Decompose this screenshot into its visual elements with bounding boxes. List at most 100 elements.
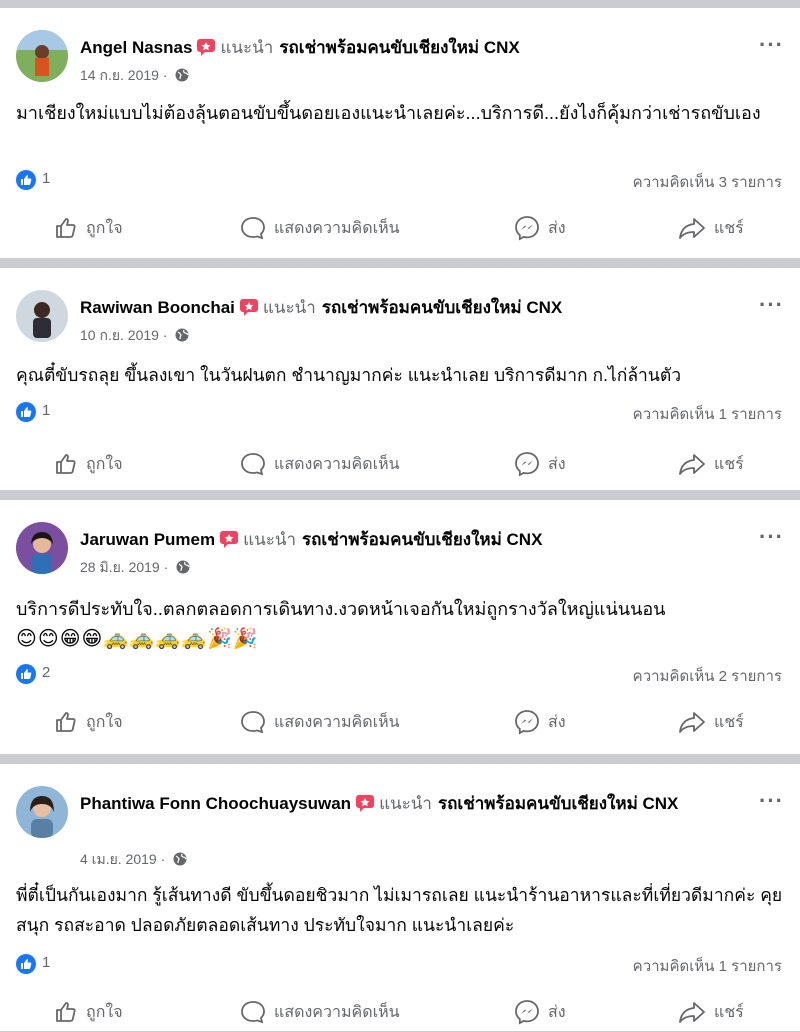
post-date[interactable]: 28 มิ.ย. 2019 ·	[80, 559, 168, 575]
comment-count[interactable]: ความคิดเห็น 3 รายการ	[633, 170, 782, 194]
like-reaction-icon[interactable]	[16, 170, 36, 190]
share-button[interactable]: แชร์	[678, 992, 744, 1032]
post-meta: 4 เม.ย. 2019 ·	[80, 850, 187, 868]
post-title-line: Phantiwa Fonn Choochuaysuwan แนะนำ รถเช่าพ…	[80, 790, 724, 818]
messenger-icon	[515, 1000, 539, 1025]
like-reaction-icon[interactable]	[16, 664, 36, 684]
like-count[interactable]: 1	[42, 170, 50, 187]
review-post: Angel Nasnas แนะนำ รถเช่าพร้อมคนขับเชียงให…	[0, 8, 800, 258]
post-actions: ถูกใจ แสดงความคิดเห็น ส่ง แชร์	[0, 208, 800, 248]
post-meta: 28 มิ.ย. 2019 ·	[80, 558, 190, 576]
comment-label: แสดงความคิดเห็น	[274, 1003, 400, 1021]
comment-icon	[241, 453, 265, 476]
comment-label: แสดงความคิดเห็น	[274, 219, 400, 237]
recommend-icon	[196, 37, 216, 56]
share-button[interactable]: แชร์	[678, 444, 744, 484]
post-text: มาเชียงใหม่แบบไม่ต้องลุ้นตอนขับขึ้นดอยเอ…	[16, 98, 784, 128]
author-name[interactable]: Phantiwa Fonn Choochuaysuwan	[80, 794, 351, 813]
like-count[interactable]: 1	[42, 402, 50, 419]
comment-count[interactable]: ความคิดเห็น 2 รายการ	[633, 664, 782, 688]
post-emojis: 😊😊😁😁🚕🚕🚕🚕🎉🎉	[16, 628, 259, 650]
more-icon[interactable]: ···	[759, 32, 784, 58]
like-label: ถูกใจ	[86, 455, 123, 473]
author-name[interactable]: Angel Nasnas	[80, 38, 192, 57]
recommend-label: แนะนำ	[243, 530, 296, 549]
post-date[interactable]: 4 เม.ย. 2019 ·	[80, 851, 165, 867]
comment-count[interactable]: ความคิดเห็น 1 รายการ	[633, 402, 782, 426]
comment-button[interactable]: แสดงความคิดเห็น	[240, 208, 400, 248]
review-post: Phantiwa Fonn Choochuaysuwan แนะนำ รถเช่าพ…	[0, 764, 800, 1031]
post-title-line: Angel Nasnas แนะนำ รถเช่าพร้อมคนขับเชียงให…	[80, 34, 734, 62]
post-title-line: Rawiwan Boonchai แนะนำ รถเช่าพร้อมคนขับเชี…	[80, 294, 734, 322]
post-stats: 1 ความคิดเห็น 1 รายการ	[16, 952, 782, 976]
send-button[interactable]: ส่ง	[514, 444, 566, 484]
like-button[interactable]: ถูกใจ	[54, 992, 123, 1032]
avatar[interactable]	[16, 290, 68, 342]
share-label: แชร์	[714, 455, 744, 473]
more-icon[interactable]: ···	[759, 524, 784, 550]
share-icon	[679, 1002, 705, 1023]
page-name[interactable]: รถเช่าพร้อมคนขับเชียงใหม่ CNX	[279, 38, 519, 57]
like-button[interactable]: ถูกใจ	[54, 208, 123, 248]
share-button[interactable]: แชร์	[678, 702, 744, 742]
messenger-icon	[515, 452, 539, 477]
page-name[interactable]: รถเช่าพร้อมคนขับเชียงใหม่ CNX	[322, 298, 562, 317]
more-icon[interactable]: ···	[759, 788, 784, 814]
like-icon	[56, 712, 76, 732]
share-icon	[679, 712, 705, 733]
post-text-content: มาเชียงใหม่แบบไม่ต้องลุ้นตอนขับขึ้นดอยเอ…	[16, 103, 761, 123]
page-name[interactable]: รถเช่าพร้อมคนขับเชียงใหม่ CNX	[302, 530, 542, 549]
send-button[interactable]: ส่ง	[514, 208, 566, 248]
like-button[interactable]: ถูกใจ	[54, 702, 123, 742]
post-actions: ถูกใจ แสดงความคิดเห็น ส่ง แชร์	[0, 444, 800, 484]
page-name[interactable]: รถเช่าพร้อมคนขับเชียงใหม่ CNX	[438, 794, 678, 813]
recommend-icon	[355, 793, 375, 812]
post-date[interactable]: 10 ก.ย. 2019 ·	[80, 327, 168, 343]
like-reaction-icon[interactable]	[16, 954, 36, 974]
globe-icon	[173, 852, 187, 866]
comment-label: แสดงความคิดเห็น	[274, 455, 400, 473]
review-feed: Angel Nasnas แนะนำ รถเช่าพร้อมคนขับเชียงให…	[0, 0, 800, 1031]
recommend-label: แนะนำ	[379, 794, 432, 813]
avatar[interactable]	[16, 786, 68, 838]
post-text-content: พี่ตี๋เป็นกันเองมาก รู้เส้นทางดี ขับขึ้น…	[16, 885, 783, 935]
author-name[interactable]: Jaruwan Pumem	[80, 530, 215, 549]
comment-count[interactable]: ความคิดเห็น 1 รายการ	[633, 954, 782, 978]
post-date[interactable]: 14 ก.ย. 2019 ·	[80, 67, 168, 83]
comment-button[interactable]: แสดงความคิดเห็น	[240, 444, 400, 484]
review-post: Rawiwan Boonchai แนะนำ รถเช่าพร้อมคนขับเชี…	[0, 268, 800, 490]
globe-icon	[175, 328, 189, 342]
post-text: บริการดีประทับใจ..ตลกตลอดการเดินทาง.งวดห…	[16, 594, 784, 654]
like-label: ถูกใจ	[86, 713, 123, 731]
like-reaction-icon[interactable]	[16, 402, 36, 422]
recommend-icon	[239, 297, 259, 316]
recommend-icon	[219, 529, 239, 548]
avatar[interactable]	[16, 522, 68, 574]
share-icon	[679, 454, 705, 475]
avatar[interactable]	[16, 30, 68, 82]
send-label: ส่ง	[548, 219, 566, 237]
comment-icon	[241, 217, 265, 240]
like-label: ถูกใจ	[86, 1003, 123, 1021]
comment-button[interactable]: แสดงความคิดเห็น	[240, 702, 400, 742]
feed-separator	[0, 754, 800, 764]
send-button[interactable]: ส่ง	[514, 992, 566, 1032]
share-icon	[679, 218, 705, 239]
share-button[interactable]: แชร์	[678, 208, 744, 248]
comment-icon	[241, 1001, 265, 1024]
post-meta: 14 ก.ย. 2019 ·	[80, 66, 189, 84]
author-name[interactable]: Rawiwan Boonchai	[80, 298, 235, 317]
post-header: Jaruwan Pumem แนะนำ รถเช่าพร้อมคนขับเชียงใ…	[16, 520, 784, 580]
post-text: พี่ตี๋เป็นกันเองมาก รู้เส้นทางดี ขับขึ้น…	[16, 880, 784, 940]
globe-icon	[175, 68, 189, 82]
comment-button[interactable]: แสดงความคิดเห็น	[240, 992, 400, 1032]
messenger-icon	[515, 710, 539, 735]
like-count[interactable]: 1	[42, 954, 50, 971]
post-text: คุณตี๋ขับรถลุย ขึ้นลงเขา ในวันฝนตก ชำนาญ…	[16, 360, 784, 390]
send-button[interactable]: ส่ง	[514, 702, 566, 742]
more-icon[interactable]: ···	[759, 292, 784, 318]
like-button[interactable]: ถูกใจ	[54, 444, 123, 484]
feed-separator	[0, 0, 800, 8]
post-text-content: บริการดีประทับใจ..ตลกตลอดการเดินทาง.งวดห…	[16, 599, 666, 619]
like-count[interactable]: 2	[42, 664, 50, 681]
